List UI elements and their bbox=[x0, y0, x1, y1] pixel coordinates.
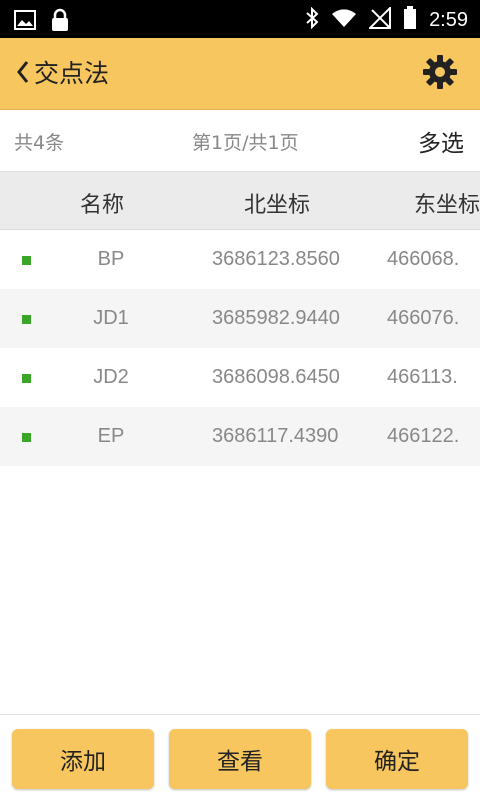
app-bar: 交点法 bbox=[0, 38, 480, 110]
column-header-east: 东坐标 bbox=[414, 193, 480, 218]
record-count: 共4条 bbox=[14, 132, 65, 154]
table-header: 名称 北坐标 东坐标 bbox=[0, 172, 480, 230]
column-header-name: 名称 bbox=[80, 193, 125, 218]
no-signal-icon bbox=[367, 5, 392, 33]
cell-north: 3686123.8560 bbox=[212, 248, 340, 270]
point-marker-icon bbox=[22, 315, 31, 324]
cell-east: 466113. bbox=[387, 366, 458, 388]
cell-name: BP bbox=[97, 248, 125, 270]
cell-east: 466068. bbox=[387, 248, 460, 270]
bluetooth-icon bbox=[305, 6, 319, 33]
cell-north: 3686117.4390 bbox=[212, 425, 339, 447]
wifi-icon bbox=[331, 8, 357, 32]
cell-east: 466076. bbox=[387, 307, 460, 329]
table-row[interactable]: JD2 3686098.6450 466113. bbox=[0, 348, 480, 407]
table-row[interactable]: EP 3686117.4390 466122. bbox=[0, 407, 480, 466]
status-bar: 2:59 bbox=[0, 0, 480, 38]
column-header-north: 北坐标 bbox=[244, 193, 311, 218]
multi-select-button[interactable]: 多选 bbox=[418, 124, 464, 158]
cell-east: 466122. bbox=[387, 425, 460, 447]
cell-name: EP bbox=[97, 425, 125, 447]
chevron-left-icon bbox=[15, 59, 31, 89]
table-row[interactable]: BP 3686123.8560 466068. bbox=[0, 230, 480, 289]
bottom-action-bar: 添加 查看 确定 bbox=[0, 714, 480, 800]
point-marker-icon bbox=[22, 374, 31, 383]
cell-name: JD1 bbox=[93, 307, 129, 329]
page-indicator: 第1页/共1页 bbox=[192, 132, 299, 154]
point-marker-icon bbox=[22, 433, 31, 442]
point-marker-icon bbox=[22, 256, 31, 265]
status-time: 2:59 bbox=[429, 8, 468, 31]
battery-icon bbox=[403, 6, 417, 34]
points-table: 名称 北坐标 东坐标 BP 3686123.8560 466068. JD1 3… bbox=[0, 172, 480, 714]
view-button[interactable]: 查看 bbox=[169, 729, 311, 789]
info-row: 共4条 第1页/共1页 多选 bbox=[0, 110, 480, 172]
page-title: 交点法 bbox=[34, 59, 110, 88]
cell-north: 3686098.6450 bbox=[212, 366, 340, 388]
add-button[interactable]: 添加 bbox=[12, 729, 154, 789]
table-row[interactable]: JD1 3685982.9440 466076. bbox=[0, 289, 480, 348]
image-icon bbox=[14, 10, 36, 34]
gear-icon bbox=[422, 54, 458, 94]
confirm-button[interactable]: 确定 bbox=[326, 729, 468, 789]
cell-north: 3685982.9440 bbox=[212, 307, 340, 329]
settings-button[interactable] bbox=[420, 54, 460, 94]
cell-name: JD2 bbox=[93, 366, 129, 388]
lock-icon bbox=[50, 8, 70, 36]
